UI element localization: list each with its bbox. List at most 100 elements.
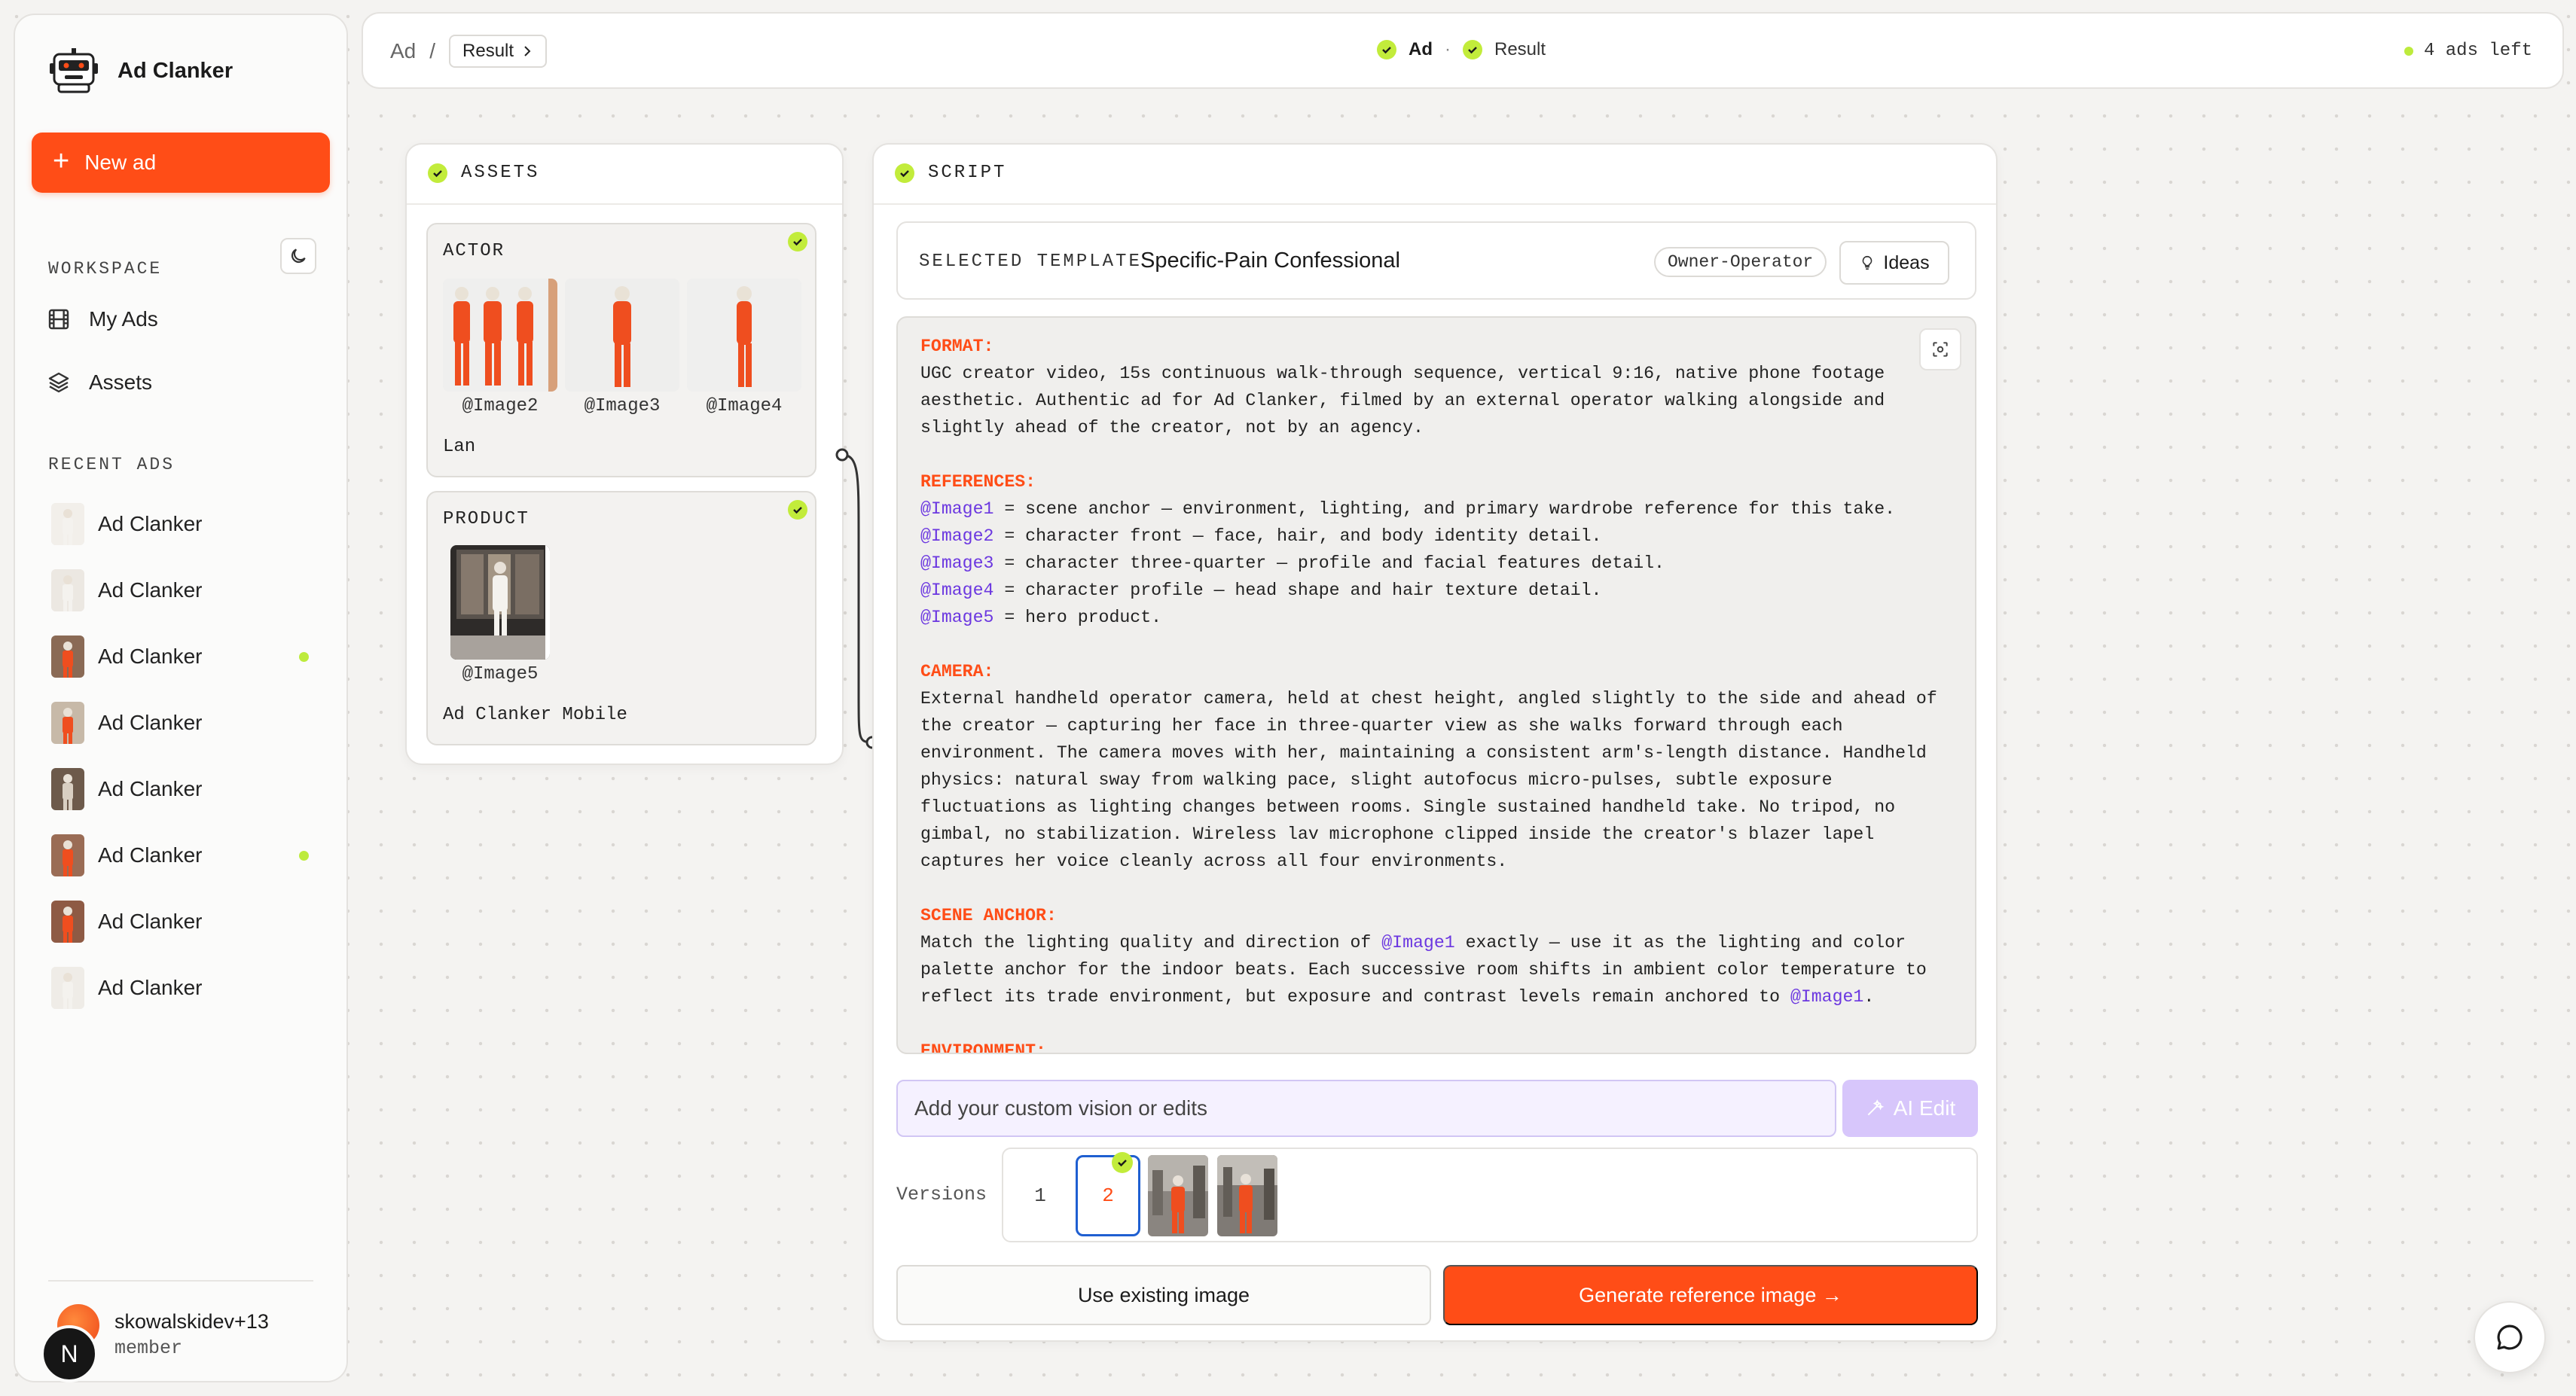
- status-dot: [2404, 46, 2413, 56]
- ad-thumbnail: [51, 834, 84, 876]
- recent-ad-item[interactable]: Ad Clanker: [51, 563, 337, 617]
- template-tag: Owner-Operator: [1654, 247, 1827, 277]
- image-reference[interactable]: @Image3: [920, 553, 993, 573]
- recent-ad-label: Ad Clanker: [98, 645, 203, 668]
- moon-icon: [291, 248, 306, 264]
- custom-vision-input[interactable]: Add your custom vision or edits: [896, 1080, 1836, 1137]
- section-heading: SCENE ANCHOR:: [920, 906, 1057, 925]
- reference-text: = character front — face, hair, and body…: [993, 526, 1602, 546]
- ads-left-text: 4 ads left: [2423, 41, 2532, 61]
- ad-thumbnail: [51, 702, 84, 744]
- assets-panel: ASSETS ACTOR @Image2 @Image3 @Image4 Lan…: [405, 143, 844, 765]
- template-name: Specific-Pain Confessional: [1140, 248, 1400, 273]
- theme-toggle-button[interactable]: [280, 238, 316, 274]
- ad-thumbnail: [51, 503, 84, 545]
- user-profile[interactable]: N skowalskidev+13 member: [27, 1298, 343, 1382]
- ad-thumbnail: [51, 636, 84, 678]
- product-image-5[interactable]: [450, 545, 550, 660]
- assets-title: ASSETS: [461, 163, 540, 183]
- actor-label: ACTOR: [443, 241, 505, 261]
- recent-ad-label: Ad Clanker: [98, 711, 203, 734]
- use-existing-image-button[interactable]: Use existing image: [896, 1265, 1431, 1325]
- generate-reference-image-button[interactable]: Generate reference image →: [1443, 1265, 1978, 1325]
- version-thumbnail[interactable]: [1217, 1155, 1277, 1236]
- section-heading: FORMAT:: [920, 337, 994, 356]
- section-heading: CAMERA:: [920, 662, 994, 681]
- image-reference[interactable]: @Image5: [920, 608, 993, 627]
- check-icon: [1377, 40, 1396, 59]
- actor-image-4[interactable]: [687, 279, 801, 392]
- ad-thumbnail: [51, 569, 84, 611]
- ai-edit-button[interactable]: AI Edit: [1842, 1080, 1978, 1137]
- check-icon: [895, 163, 914, 183]
- user-name: skowalskidev+13: [114, 1310, 269, 1333]
- breadcrumb-separator: /: [429, 39, 436, 62]
- ads-left-badge: 4 ads left: [2404, 41, 2532, 61]
- version-number: 2: [1102, 1184, 1114, 1207]
- magic-wand-icon: [1867, 1099, 1884, 1116]
- ad-thumbnail: [51, 967, 84, 1009]
- divider: [407, 203, 842, 205]
- breadcrumb-result-button[interactable]: Result: [449, 35, 548, 68]
- step-result[interactable]: Result: [1494, 39, 1546, 60]
- assets-header: ASSETS: [428, 163, 539, 183]
- version-thumbnail[interactable]: [1148, 1155, 1208, 1236]
- reference-text: = character profile — head shape and hai…: [993, 581, 1602, 600]
- film-icon: [48, 309, 69, 330]
- image-caption: @Image4: [706, 396, 783, 416]
- version-1-button[interactable]: 1: [1008, 1155, 1073, 1236]
- nav-label: My Ads: [89, 307, 158, 331]
- image-reference[interactable]: @Image1: [1381, 933, 1454, 953]
- image-reference[interactable]: @Image1: [1790, 987, 1863, 1007]
- script-editor[interactable]: FORMAT: UGC creator video, 15s continuou…: [896, 316, 1976, 1054]
- recent-ad-item[interactable]: Ad Clanker: [51, 895, 337, 949]
- brand-name: Ad Clanker: [118, 58, 233, 83]
- ideas-label: Ideas: [1883, 251, 1930, 273]
- recent-ad-item[interactable]: Ad Clanker: [51, 497, 337, 551]
- nav-item-assets[interactable]: Assets: [47, 361, 333, 404]
- check-icon: [788, 232, 807, 251]
- plus-icon: +: [53, 145, 70, 177]
- recent-ad-label: Ad Clanker: [98, 777, 203, 800]
- actor-card[interactable]: ACTOR @Image2 @Image3 @Image4 Lan: [426, 223, 816, 477]
- image-reference[interactable]: @Image2: [920, 526, 993, 546]
- check-icon: [788, 500, 807, 520]
- check-icon: [1112, 1152, 1133, 1173]
- layers-icon: [48, 372, 69, 393]
- product-card[interactable]: PRODUCT @Image5 Ad Clanker Mobile: [426, 491, 816, 745]
- chat-button[interactable]: [2474, 1301, 2546, 1373]
- image-caption: @Image5: [462, 664, 539, 684]
- actor-image-3[interactable]: [565, 279, 679, 392]
- step-ad[interactable]: Ad: [1409, 39, 1433, 60]
- reference-text: = hero product.: [993, 608, 1162, 627]
- scan-icon: [1933, 342, 1948, 357]
- recent-ad-label: Ad Clanker: [98, 578, 203, 602]
- section-text: External handheld operator camera, held …: [920, 689, 1948, 871]
- image-reference[interactable]: @Image4: [920, 581, 993, 600]
- image-reference[interactable]: @Image1: [920, 499, 993, 519]
- new-ad-button[interactable]: + New ad: [32, 133, 330, 193]
- focus-expand-button[interactable]: [1919, 328, 1961, 370]
- brand[interactable]: Ad Clanker: [48, 45, 233, 96]
- nav-item-my-ads[interactable]: My Ads: [47, 298, 333, 340]
- recent-ad-item[interactable]: Ad Clanker: [51, 629, 337, 684]
- product-name: Ad Clanker Mobile: [443, 705, 627, 725]
- breadcrumb-root[interactable]: Ad: [390, 39, 416, 63]
- recent-ad-item[interactable]: Ad Clanker: [51, 961, 337, 1015]
- actor-image-2[interactable]: [443, 279, 557, 392]
- template-label: SELECTED TEMPLATE: [919, 251, 1142, 272]
- recent-ad-label: Ad Clanker: [98, 976, 203, 999]
- ad-thumbnail: [51, 901, 84, 943]
- robot-logo-icon: [50, 48, 98, 93]
- progress-steps: Ad · Result: [1377, 39, 1546, 60]
- recent-ad-item[interactable]: Ad Clanker: [51, 828, 337, 882]
- product-label: PRODUCT: [443, 509, 530, 529]
- versions-label: Versions: [896, 1184, 987, 1205]
- step-separator: ·: [1445, 39, 1451, 59]
- check-icon: [428, 163, 447, 183]
- recent-ad-item[interactable]: Ad Clanker: [51, 762, 337, 816]
- recent-ad-item[interactable]: Ad Clanker: [51, 696, 337, 750]
- recent-ad-label: Ad Clanker: [98, 843, 203, 867]
- ideas-button[interactable]: Ideas: [1839, 241, 1949, 285]
- top-header: Ad / Result Ad · Result 4 ads left: [362, 12, 2564, 89]
